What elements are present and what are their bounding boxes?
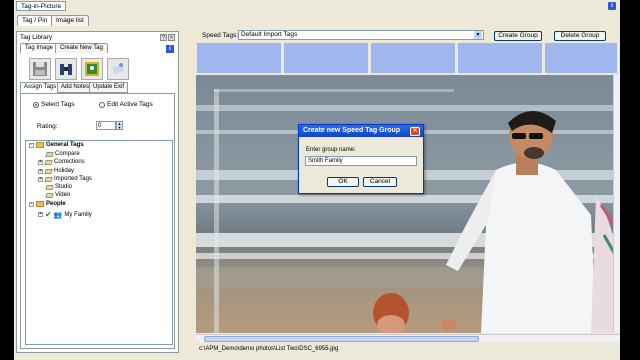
rating-label: Rating:	[37, 123, 58, 130]
tree-node-my-family[interactable]: + ✔ 👥 My Family	[38, 210, 92, 219]
scroll-thumb[interactable]	[204, 336, 479, 342]
speed-tags-dropdown[interactable]: Default Import Tags ▼	[238, 30, 484, 40]
tree-node-studio[interactable]: Studio	[45, 184, 72, 190]
rating-input[interactable]: 0	[96, 121, 116, 130]
app-window: Tag-in-Picture i Tag / Pin Image list Ta…	[14, 0, 620, 360]
create-group-button[interactable]: Create Group	[494, 31, 542, 41]
subtab-assign-tags[interactable]: Assign Tags	[20, 82, 61, 93]
assign-tags-pane: Select Tags Edit Active Tags Rating: 0 ▲…	[20, 93, 175, 349]
radio-select-tags[interactable]: Select Tags	[33, 101, 74, 108]
expand-icon[interactable]: +	[38, 159, 43, 165]
tag-icon	[45, 192, 54, 198]
tree-node-corrections[interactable]: + Corrections	[38, 159, 85, 165]
speed-tags-bar: Speed Tags: Default Import Tags ▼ Create…	[184, 30, 618, 73]
tree-node-video[interactable]: Video	[45, 192, 70, 198]
binoculars-icon[interactable]	[55, 58, 77, 80]
tab-image-list[interactable]: Image list	[51, 15, 89, 26]
cancel-button[interactable]: Cancel	[363, 177, 397, 187]
collapse-icon[interactable]: -	[29, 142, 34, 148]
tag-toolbar	[25, 56, 153, 82]
tree-node-compare[interactable]: Compare	[45, 151, 80, 157]
expand-icon[interactable]: +	[38, 168, 43, 174]
tree-node-holiday[interactable]: + Holiday	[38, 168, 74, 174]
folder-icon	[36, 142, 44, 148]
tag-icon	[45, 151, 54, 157]
tag-icon	[44, 168, 53, 174]
create-group-dialog: Create new Speed Tag Group ✕ Enter group…	[298, 124, 424, 194]
collapse-icon[interactable]: -	[29, 201, 34, 207]
chevron-down-icon[interactable]: ▼	[474, 31, 482, 39]
delete-group-button[interactable]: Delete Group	[554, 31, 606, 41]
folder-icon	[36, 201, 44, 207]
speed-tag-slot[interactable]	[284, 43, 368, 73]
tree-node-general-tags[interactable]: - General Tags	[29, 142, 84, 148]
tab-create-new-tag[interactable]: Create New Tag	[55, 43, 108, 53]
tree-node-imported-tags[interactable]: + Imported Tags	[38, 176, 92, 182]
tag-library-header: Tag Library	[20, 34, 53, 41]
subtab-update-exif[interactable]: Update Exif	[89, 82, 129, 93]
speed-tags-label: Speed Tags:	[202, 32, 239, 39]
pin-tag-icon[interactable]	[107, 58, 129, 80]
picture-tag-icon[interactable]	[81, 58, 103, 80]
subtab-add-notes[interactable]: Add Notes	[57, 82, 94, 93]
photo-view[interactable]	[196, 75, 620, 333]
radio-dot	[99, 101, 105, 108]
tab-tag-image[interactable]: Tag Image	[20, 43, 59, 53]
expand-icon[interactable]: +	[38, 212, 43, 217]
info-icon[interactable]: i	[608, 2, 616, 10]
speed-tag-slot[interactable]	[371, 43, 455, 73]
radio-dot-selected	[33, 101, 39, 108]
dialog-title: Create new Speed Tag Group	[299, 125, 423, 137]
panel-controls: ? ×	[160, 34, 175, 41]
tag-tree: - General Tags Compare + Corrections + H…	[25, 140, 173, 345]
radio-edit-active-tags[interactable]: Edit Active Tags	[99, 101, 153, 108]
tree-node-people[interactable]: - People	[29, 201, 66, 207]
rating-spinner[interactable]: ▲ ▼	[116, 121, 123, 130]
radio-edit-active-tags-label: Edit Active Tags	[107, 101, 153, 108]
beach-photo	[196, 75, 620, 333]
tag-library-panel: Tag Library ? × Tag Image Create New Tag…	[16, 31, 179, 353]
speed-tag-slot[interactable]	[197, 43, 281, 73]
speed-tag-slot[interactable]	[458, 43, 542, 73]
group-name-label: Enter group name:	[306, 147, 356, 153]
info-icon[interactable]: i	[166, 45, 174, 53]
ok-button[interactable]: OK	[327, 177, 359, 187]
tag-icon	[44, 159, 53, 165]
tab-tag-pin[interactable]: Tag / Pin	[17, 15, 53, 26]
status-bar: c:\APM_Demo\demo photos\List Two\DSC_695…	[196, 345, 620, 354]
close-icon[interactable]: ×	[168, 34, 175, 41]
people-icon: 👥	[53, 211, 63, 219]
help-icon[interactable]: ?	[160, 34, 167, 41]
vertical-scrollbar[interactable]	[613, 75, 620, 333]
checkmark-icon: ✔	[45, 210, 52, 219]
speed-tag-slot[interactable]	[545, 43, 617, 73]
group-name-input[interactable]: Smith Family	[305, 156, 417, 166]
tag-icon	[45, 184, 54, 190]
radio-select-tags-label: Select Tags	[41, 101, 75, 108]
expand-icon[interactable]: +	[38, 176, 43, 182]
tag-icon	[44, 176, 53, 182]
save-disk-icon[interactable]	[29, 58, 51, 80]
close-icon[interactable]: ✕	[410, 127, 420, 136]
horizontal-scrollbar[interactable]	[196, 334, 620, 342]
app-title-tab[interactable]: Tag-in-Picture	[16, 1, 67, 11]
